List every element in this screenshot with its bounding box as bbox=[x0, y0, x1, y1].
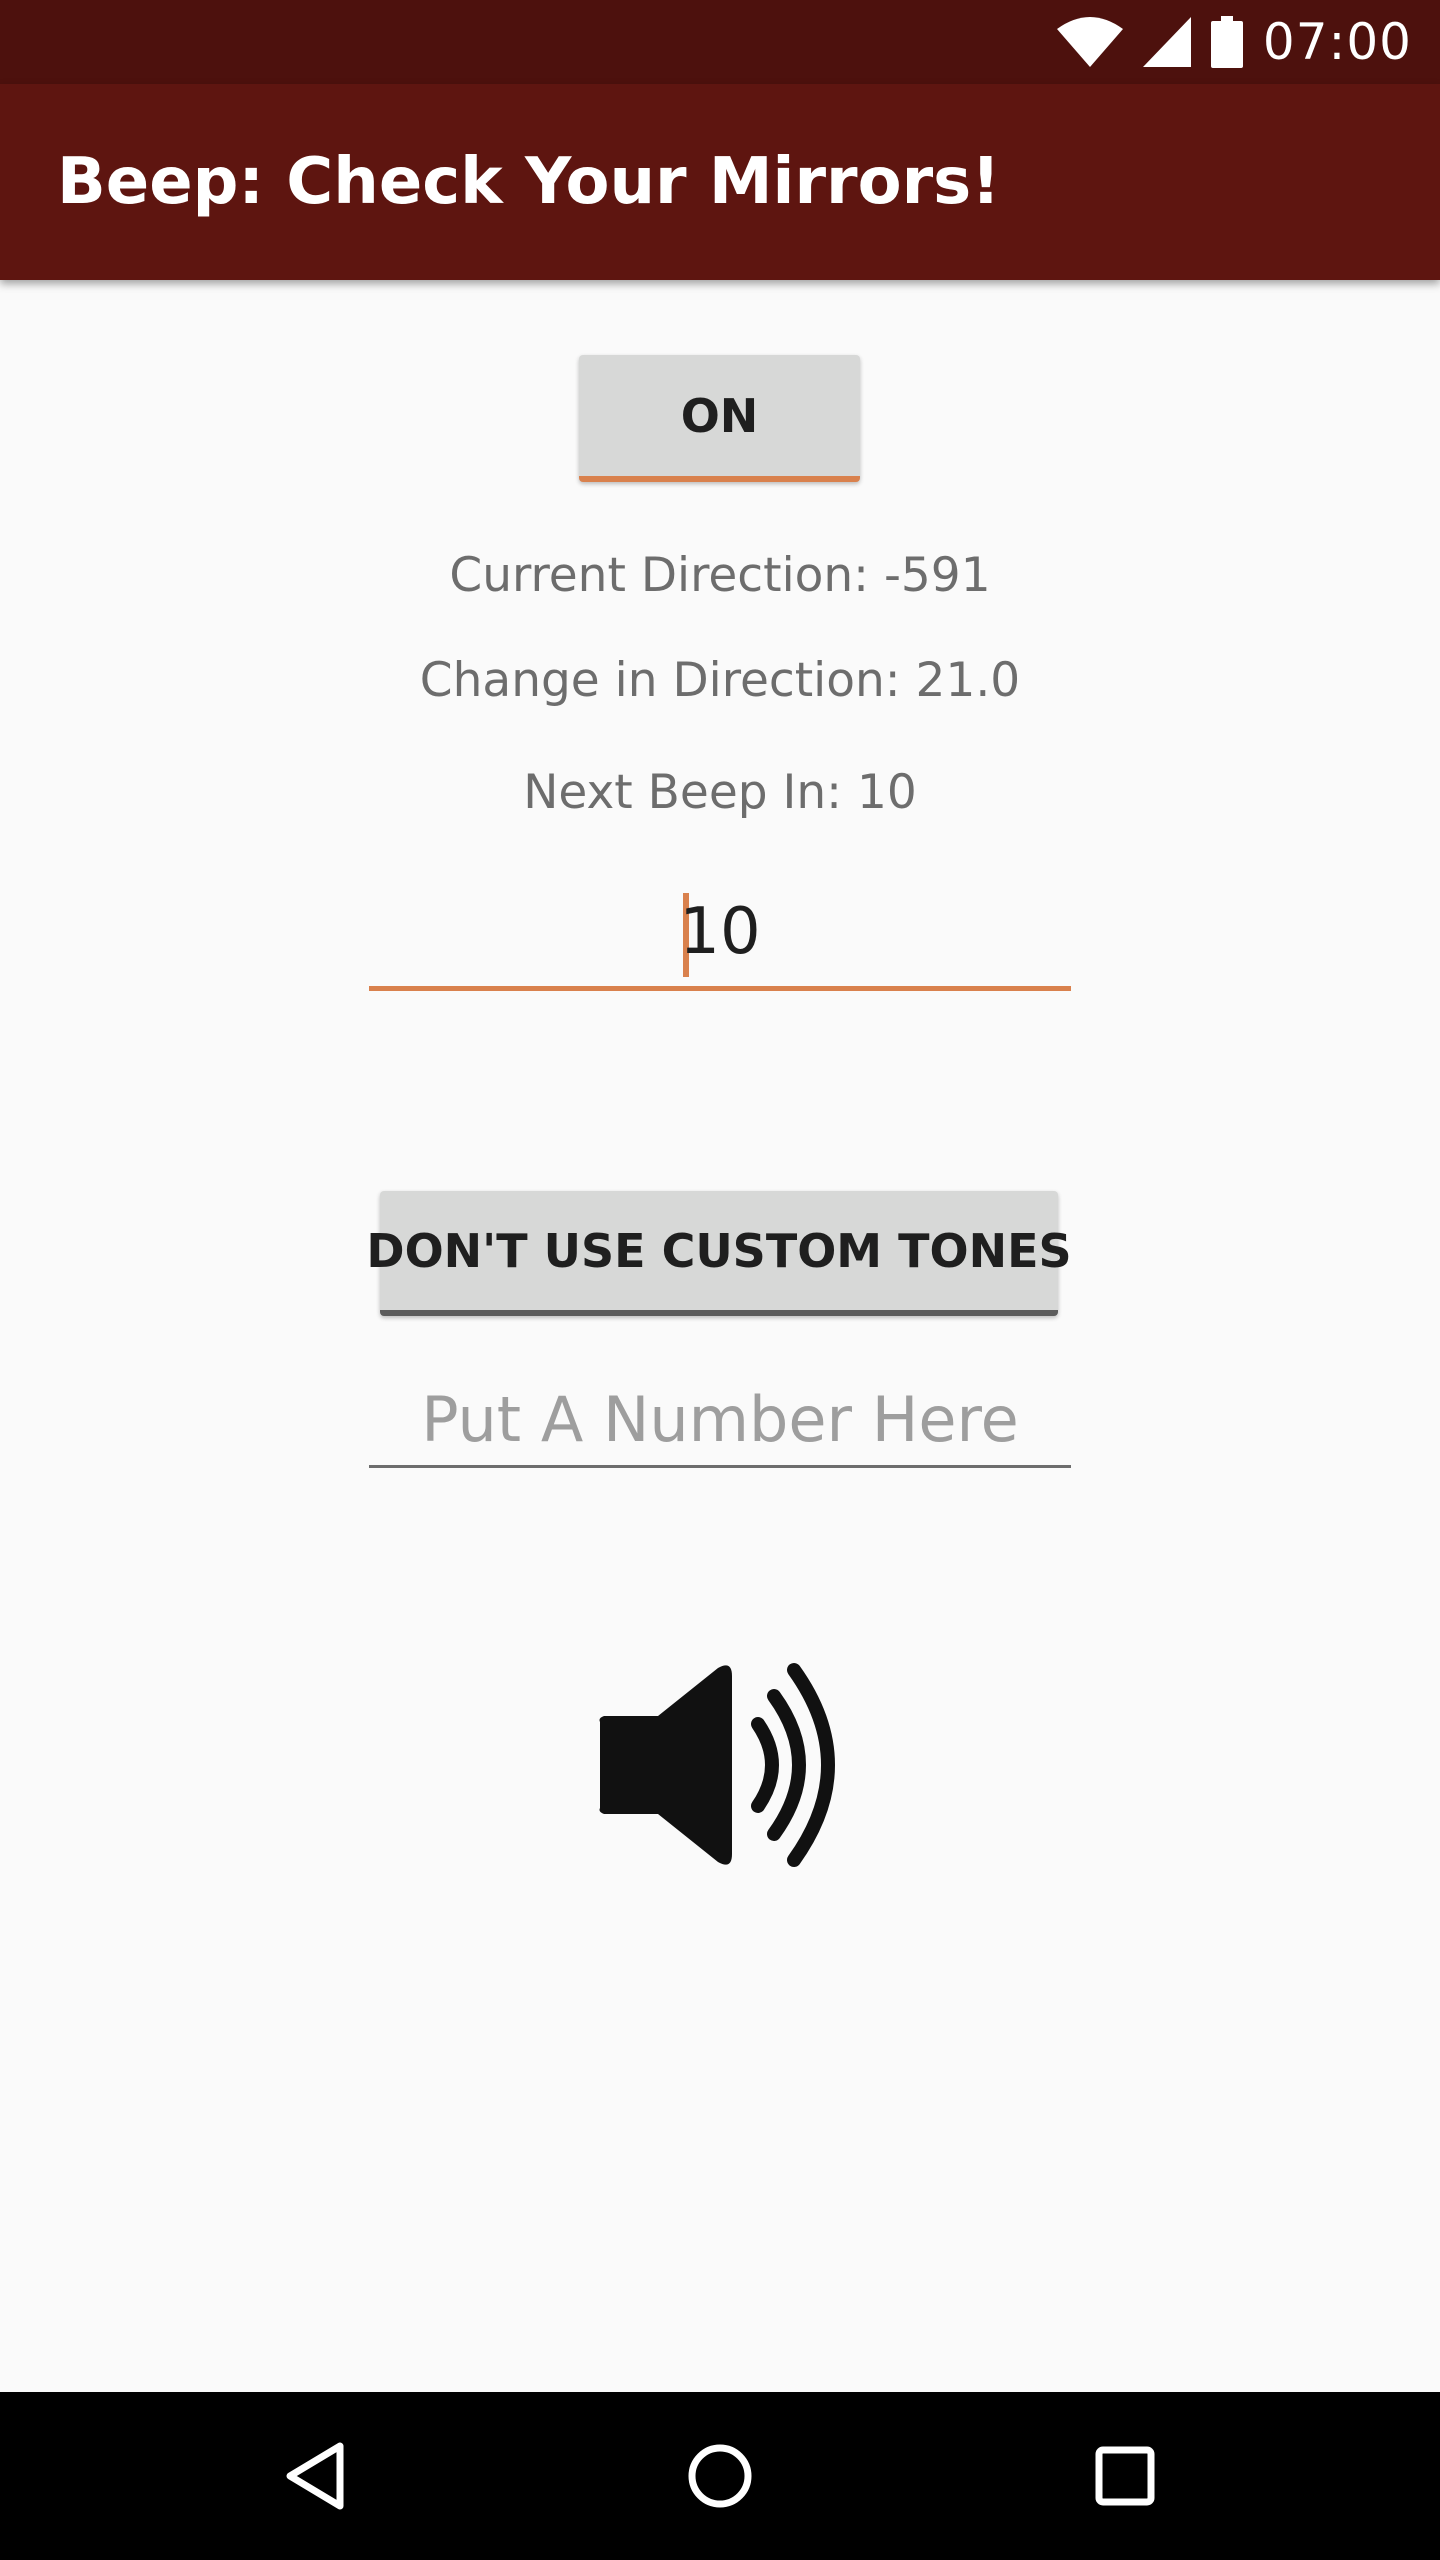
status-bar: 07:00 bbox=[0, 0, 1440, 84]
app-bar: Beep: Check Your Mirrors! bbox=[0, 84, 1440, 280]
beep-interval-value: 10 bbox=[679, 895, 761, 969]
custom-tones-button[interactable]: DON'T USE CUSTOM TONES bbox=[366, 1191, 1072, 1316]
battery-icon bbox=[1210, 16, 1243, 68]
next-beep-text: Next Beep In: 10 bbox=[523, 765, 917, 820]
cellular-signal-icon bbox=[1142, 17, 1191, 67]
app-title: Beep: Check Your Mirrors! bbox=[57, 145, 1001, 219]
recents-icon[interactable] bbox=[1085, 2436, 1165, 2516]
navigation-bar bbox=[0, 2392, 1440, 2560]
tone-number-placeholder: Put A Number Here bbox=[421, 1383, 1019, 1456]
status-icons: 07:00 bbox=[1056, 0, 1412, 84]
beep-interval-input[interactable]: 10 bbox=[369, 875, 1071, 991]
status-time: 07:00 bbox=[1262, 13, 1412, 71]
current-direction-text: Current Direction: -591 bbox=[449, 548, 991, 603]
app-screen: 07:00 Beep: Check Your Mirrors! ON Curre… bbox=[0, 0, 1440, 2560]
back-icon[interactable] bbox=[276, 2436, 356, 2516]
change-in-direction-text: Change in Direction: 21.0 bbox=[419, 653, 1021, 708]
home-icon[interactable] bbox=[680, 2436, 760, 2516]
speaker-volume-icon[interactable] bbox=[590, 1660, 850, 1870]
on-button[interactable]: ON bbox=[579, 355, 860, 482]
wifi-icon bbox=[1056, 17, 1123, 67]
tone-number-input[interactable]: Put A Number Here bbox=[369, 1365, 1071, 1468]
